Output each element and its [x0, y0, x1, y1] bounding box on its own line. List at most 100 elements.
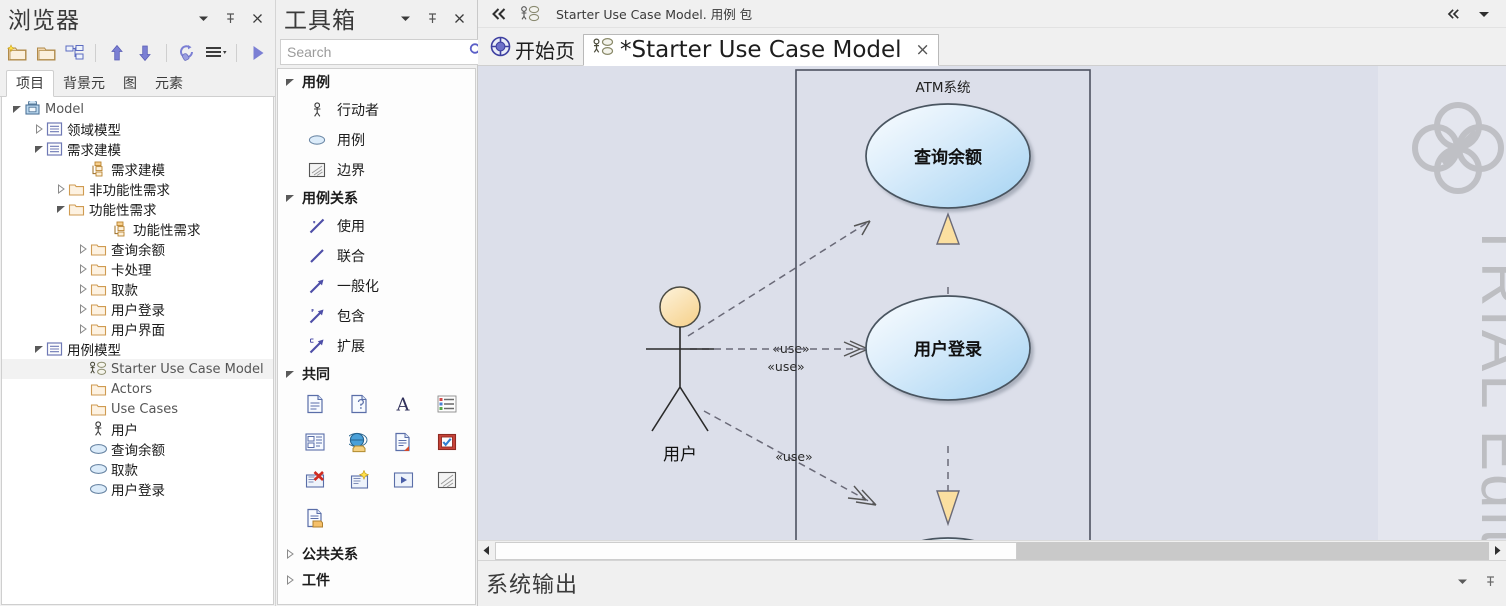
browser-tab-project[interactable]: 项目	[6, 70, 54, 97]
note-icon[interactable]	[304, 393, 326, 415]
tree-twisty-down-icon[interactable]	[10, 99, 23, 119]
new-diagram-icon[interactable]	[348, 469, 370, 491]
constraint-icon[interactable]	[348, 393, 370, 415]
document-artifact-icon[interactable]	[392, 431, 414, 453]
scrollbar-track[interactable]	[495, 541, 1489, 560]
tree-twisty-down-icon[interactable]	[284, 193, 296, 203]
tree-twisty-right-icon[interactable]	[32, 119, 45, 139]
arrow-down-icon[interactable]	[132, 40, 159, 66]
image-link-icon[interactable]	[392, 469, 414, 491]
search-input[interactable]	[287, 44, 468, 60]
toolbox-group-header[interactable]: 公共关系	[278, 541, 475, 567]
tree-item[interactable]: 查询余额	[2, 239, 273, 259]
toolbox-item[interactable]: 边界	[278, 155, 475, 185]
close-icon[interactable]	[451, 10, 467, 26]
tree-twisty-down-icon[interactable]	[284, 369, 296, 379]
new-package-icon[interactable]	[4, 40, 31, 66]
tree-twisty-down-icon[interactable]	[284, 77, 296, 87]
toolbox-item[interactable]: 扩展	[278, 331, 475, 361]
toolbox-item[interactable]: 一般化	[278, 271, 475, 301]
tree-twisty-right-icon[interactable]	[76, 279, 89, 299]
scrollbar-thumb[interactable]	[495, 541, 1017, 560]
model-structure-icon[interactable]	[62, 40, 89, 66]
tree-twisty-right-icon[interactable]	[76, 299, 89, 319]
tree-item[interactable]: 用户登录	[2, 479, 273, 499]
tree-item[interactable]: 查询余额	[2, 439, 273, 459]
tree-item[interactable]: 用户登录	[2, 299, 273, 319]
toolbox-item[interactable]: 用例	[278, 125, 475, 155]
tree-item[interactable]: 需求建模	[2, 139, 273, 159]
boundary-common-icon[interactable]	[436, 469, 458, 491]
tree-item[interactable]: 领域模型	[2, 119, 273, 139]
toolbox-search-field[interactable]	[280, 39, 490, 65]
tree-item[interactable]: 用户界面	[2, 319, 273, 339]
horizontal-scrollbar[interactable]	[478, 540, 1506, 560]
browser-tab-context[interactable]: 背景元	[54, 71, 114, 96]
scroll-left-arrow[interactable]	[478, 541, 495, 560]
browser-tab-element[interactable]: 元素	[146, 71, 192, 96]
toolbox-item[interactable]: 使用	[278, 211, 475, 241]
toolbox-item[interactable]: 行动者	[278, 95, 475, 125]
tree-item[interactable]: 用户	[2, 419, 273, 439]
toolbox-content[interactable]: 用例 行动者 用例 边界 用例关系 使用 联合 一般化 包含 扩展 共同 A 公共关系 工件	[277, 68, 476, 605]
double-chevron-left-icon[interactable]	[484, 2, 514, 26]
tree-item[interactable]: 非功能性需求	[2, 179, 273, 199]
toolbox-group-header[interactable]: 工件	[278, 567, 475, 593]
menu-lines-icon[interactable]	[202, 40, 229, 66]
arrow-up-icon[interactable]	[103, 40, 130, 66]
tree-twisty-right-icon[interactable]	[284, 575, 296, 585]
tree-item[interactable]: 功能性需求	[2, 199, 273, 219]
breadcrumb-text[interactable]: Starter Use Case Model. 用例 包	[556, 4, 752, 23]
tree-item[interactable]: 需求建模	[2, 159, 273, 179]
tree-item[interactable]: Use Cases	[2, 399, 273, 419]
toolbox-item[interactable]: 联合	[278, 241, 475, 271]
tree-twisty-down-icon[interactable]	[32, 339, 45, 359]
tree-twisty-down-icon[interactable]	[32, 139, 45, 159]
project-tree[interactable]: Model 领域模型 需求建模 需求建模 非功能性需求 功能性需求 功能性需求 查询余额 卡处理…	[1, 97, 274, 605]
diagram-note-icon[interactable]	[304, 431, 326, 453]
chevron-down-icon[interactable]	[195, 10, 211, 26]
pin-icon[interactable]	[1482, 573, 1498, 589]
tree-item[interactable]: 功能性需求	[2, 219, 273, 239]
tree-item[interactable]: Actors	[2, 379, 273, 399]
close-icon[interactable]: ×	[916, 41, 930, 59]
tree-item[interactable]: Starter Use Case Model	[2, 359, 273, 379]
legend-icon[interactable]	[436, 393, 458, 415]
toolbox-group-header[interactable]: 用例	[278, 69, 475, 95]
tree-twisty-right-icon[interactable]	[54, 179, 67, 199]
tab-starter-use-case-model[interactable]: *Starter Use Case Model ×	[583, 34, 939, 66]
tree-item[interactable]: 取款	[2, 459, 273, 479]
diagram-canvas-wrap[interactable]: TRIAL Editio ATM系统 «use» «use» «use»	[478, 66, 1506, 540]
tree-item[interactable]: Model	[2, 99, 273, 119]
tree-twisty-down-icon[interactable]	[54, 199, 67, 219]
chevron-down-icon[interactable]	[1454, 573, 1470, 589]
open-folder-icon[interactable]	[33, 40, 60, 66]
tree-twisty-right-icon[interactable]	[76, 319, 89, 339]
toolbox-item[interactable]: 包含	[278, 301, 475, 331]
hyperlink-red-icon[interactable]	[304, 469, 326, 491]
tree-twisty-right-icon[interactable]	[76, 259, 89, 279]
toolbox-group-header[interactable]: 共同	[278, 361, 475, 387]
tab-start-page[interactable]: 开始页	[482, 33, 583, 65]
tree-item[interactable]: 用例模型	[2, 339, 273, 359]
play-icon[interactable]	[244, 40, 271, 66]
package-web-icon[interactable]	[348, 431, 370, 453]
double-chevron-left-icon[interactable]	[1446, 6, 1462, 22]
chevron-down-icon[interactable]	[397, 10, 413, 26]
chevron-down-icon[interactable]	[1476, 6, 1492, 22]
tree-item[interactable]: 取款	[2, 279, 273, 299]
text-icon[interactable]: A	[392, 393, 414, 415]
checklist-icon[interactable]	[436, 431, 458, 453]
diagram-canvas[interactable]: TRIAL Editio ATM系统 «use» «use» «use»	[478, 66, 1506, 540]
browser-tab-diagram[interactable]: 图	[114, 71, 146, 96]
toolbox-group-header[interactable]: 用例关系	[278, 185, 475, 211]
scroll-right-arrow[interactable]	[1489, 541, 1506, 560]
pin-icon[interactable]	[424, 10, 440, 26]
refresh-hand-icon[interactable]	[174, 40, 201, 66]
document-link-icon[interactable]	[304, 507, 326, 529]
close-icon[interactable]	[249, 10, 265, 26]
tree-twisty-right-icon[interactable]	[284, 549, 296, 559]
tree-item[interactable]: 卡处理	[2, 259, 273, 279]
pin-icon[interactable]	[222, 10, 238, 26]
tree-twisty-right-icon[interactable]	[76, 239, 89, 259]
